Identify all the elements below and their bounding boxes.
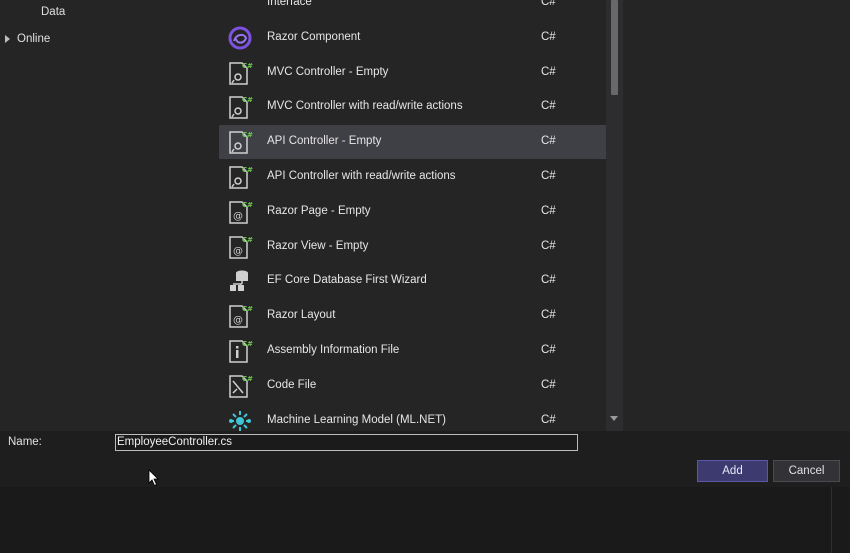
template-name: Razor Layout	[267, 309, 336, 322]
controller-icon: C#	[227, 94, 253, 120]
svg-text:C#: C#	[242, 305, 253, 313]
template-language: C#	[541, 274, 556, 287]
template-name: Assembly Information File	[267, 344, 400, 356]
template-row[interactable]: Interface C#	[219, 0, 606, 20]
template-row[interactable]: Machine Learning Model (ML.NET) C#	[219, 404, 606, 431]
template-name: API Controller - Empty	[267, 135, 382, 148]
template-language: C#	[541, 309, 556, 322]
template-row[interactable]: C# Code File C#	[219, 369, 606, 403]
cancel-button[interactable]: Cancel	[773, 460, 840, 482]
list-scrollbar[interactable]	[606, 0, 623, 431]
razor-page-icon: @ C#	[227, 199, 253, 225]
add-button[interactable]: Add	[697, 460, 768, 482]
code-file-icon: C#	[227, 373, 253, 399]
template-name: MVC Controller with read/write actions	[267, 100, 463, 113]
template-row[interactable]: C# MVC Controller - Empty C#	[219, 56, 606, 90]
svg-text:C#: C#	[242, 236, 253, 244]
template-language: C#	[541, 378, 556, 391]
razor-page-icon: @ C#	[227, 303, 253, 329]
svg-text:C#: C#	[242, 62, 253, 70]
tree-item-online[interactable]: Online	[17, 33, 50, 45]
svg-text:C#: C#	[242, 201, 253, 209]
template-row[interactable]: C# MVC Controller with read/write actions…	[219, 90, 606, 124]
template-row[interactable]: C# API Controller with read/write actions…	[219, 160, 606, 194]
template-name: Razor Component	[267, 30, 361, 43]
template-row[interactable]: C# API Controller - Empty C#	[219, 125, 606, 160]
controller-icon: C#	[227, 60, 253, 86]
template-row[interactable]: EF Core Database First Wizard C#	[219, 264, 606, 298]
controller-icon: C#	[227, 164, 253, 190]
scrollbar-thumb[interactable]	[611, 0, 618, 95]
template-row[interactable]: Razor Component C#	[219, 21, 606, 55]
template-language: C#	[541, 344, 556, 356]
template-name: Razor Page - Empty	[267, 204, 371, 217]
template-name: Interface	[267, 0, 312, 8]
info-file-icon: C#	[227, 338, 253, 364]
template-name: API Controller with read/write actions	[267, 170, 456, 182]
svg-text:C#: C#	[242, 96, 253, 104]
template-language: C#	[541, 413, 556, 426]
ml-model-icon	[227, 408, 253, 431]
template-language: C#	[541, 239, 556, 252]
razor-component-icon	[227, 25, 253, 51]
template-language: C#	[541, 30, 556, 43]
template-name: MVC Controller - Empty	[267, 65, 389, 78]
template-language: C#	[541, 0, 556, 8]
template-row[interactable]: @ C# Razor View - Empty C#	[219, 230, 606, 264]
svg-text:C#: C#	[242, 340, 253, 348]
template-details-pane	[623, 0, 850, 431]
template-name: Razor View - Empty	[267, 239, 369, 252]
category-tree-pane: Data Online	[0, 0, 219, 431]
template-language: C#	[541, 100, 556, 113]
name-input[interactable]: EmployeeController.cs	[115, 434, 578, 451]
svg-text:@: @	[233, 211, 243, 222]
template-row[interactable]: @ C# Razor Layout C#	[219, 299, 606, 333]
razor-page-icon: @ C#	[227, 234, 253, 260]
svg-text:C#: C#	[242, 166, 253, 174]
status-area	[0, 487, 850, 553]
svg-text:C#: C#	[242, 131, 253, 139]
svg-text:@: @	[233, 246, 243, 257]
template-name: EF Core Database First Wizard	[267, 274, 427, 287]
database-icon	[227, 268, 253, 294]
template-language: C#	[541, 135, 556, 148]
scroll-down-arrow-icon[interactable]	[610, 416, 618, 421]
template-list-pane: Interface C# Razor Component C# C# MVC Contro…	[219, 0, 623, 431]
template-language: C#	[541, 170, 556, 182]
svg-text:@: @	[233, 315, 243, 326]
template-row[interactable]: C# Assembly Information File C#	[219, 334, 606, 368]
template-row[interactable]: @ C# Razor Page - Empty C#	[219, 195, 606, 229]
expand-arrow-icon[interactable]	[5, 35, 10, 43]
template-language: C#	[541, 65, 556, 78]
controller-icon: C#	[227, 129, 253, 155]
svg-text:C#: C#	[242, 375, 253, 383]
template-name: Machine Learning Model (ML.NET)	[267, 413, 446, 426]
interface-icon	[227, 0, 253, 16]
tree-item-data[interactable]: Data	[41, 6, 65, 18]
mouse-pointer-icon	[148, 469, 159, 487]
template-language: C#	[541, 204, 556, 217]
name-field-label: Name:	[8, 436, 42, 448]
template-name: Code File	[267, 378, 317, 391]
divider	[831, 487, 832, 553]
